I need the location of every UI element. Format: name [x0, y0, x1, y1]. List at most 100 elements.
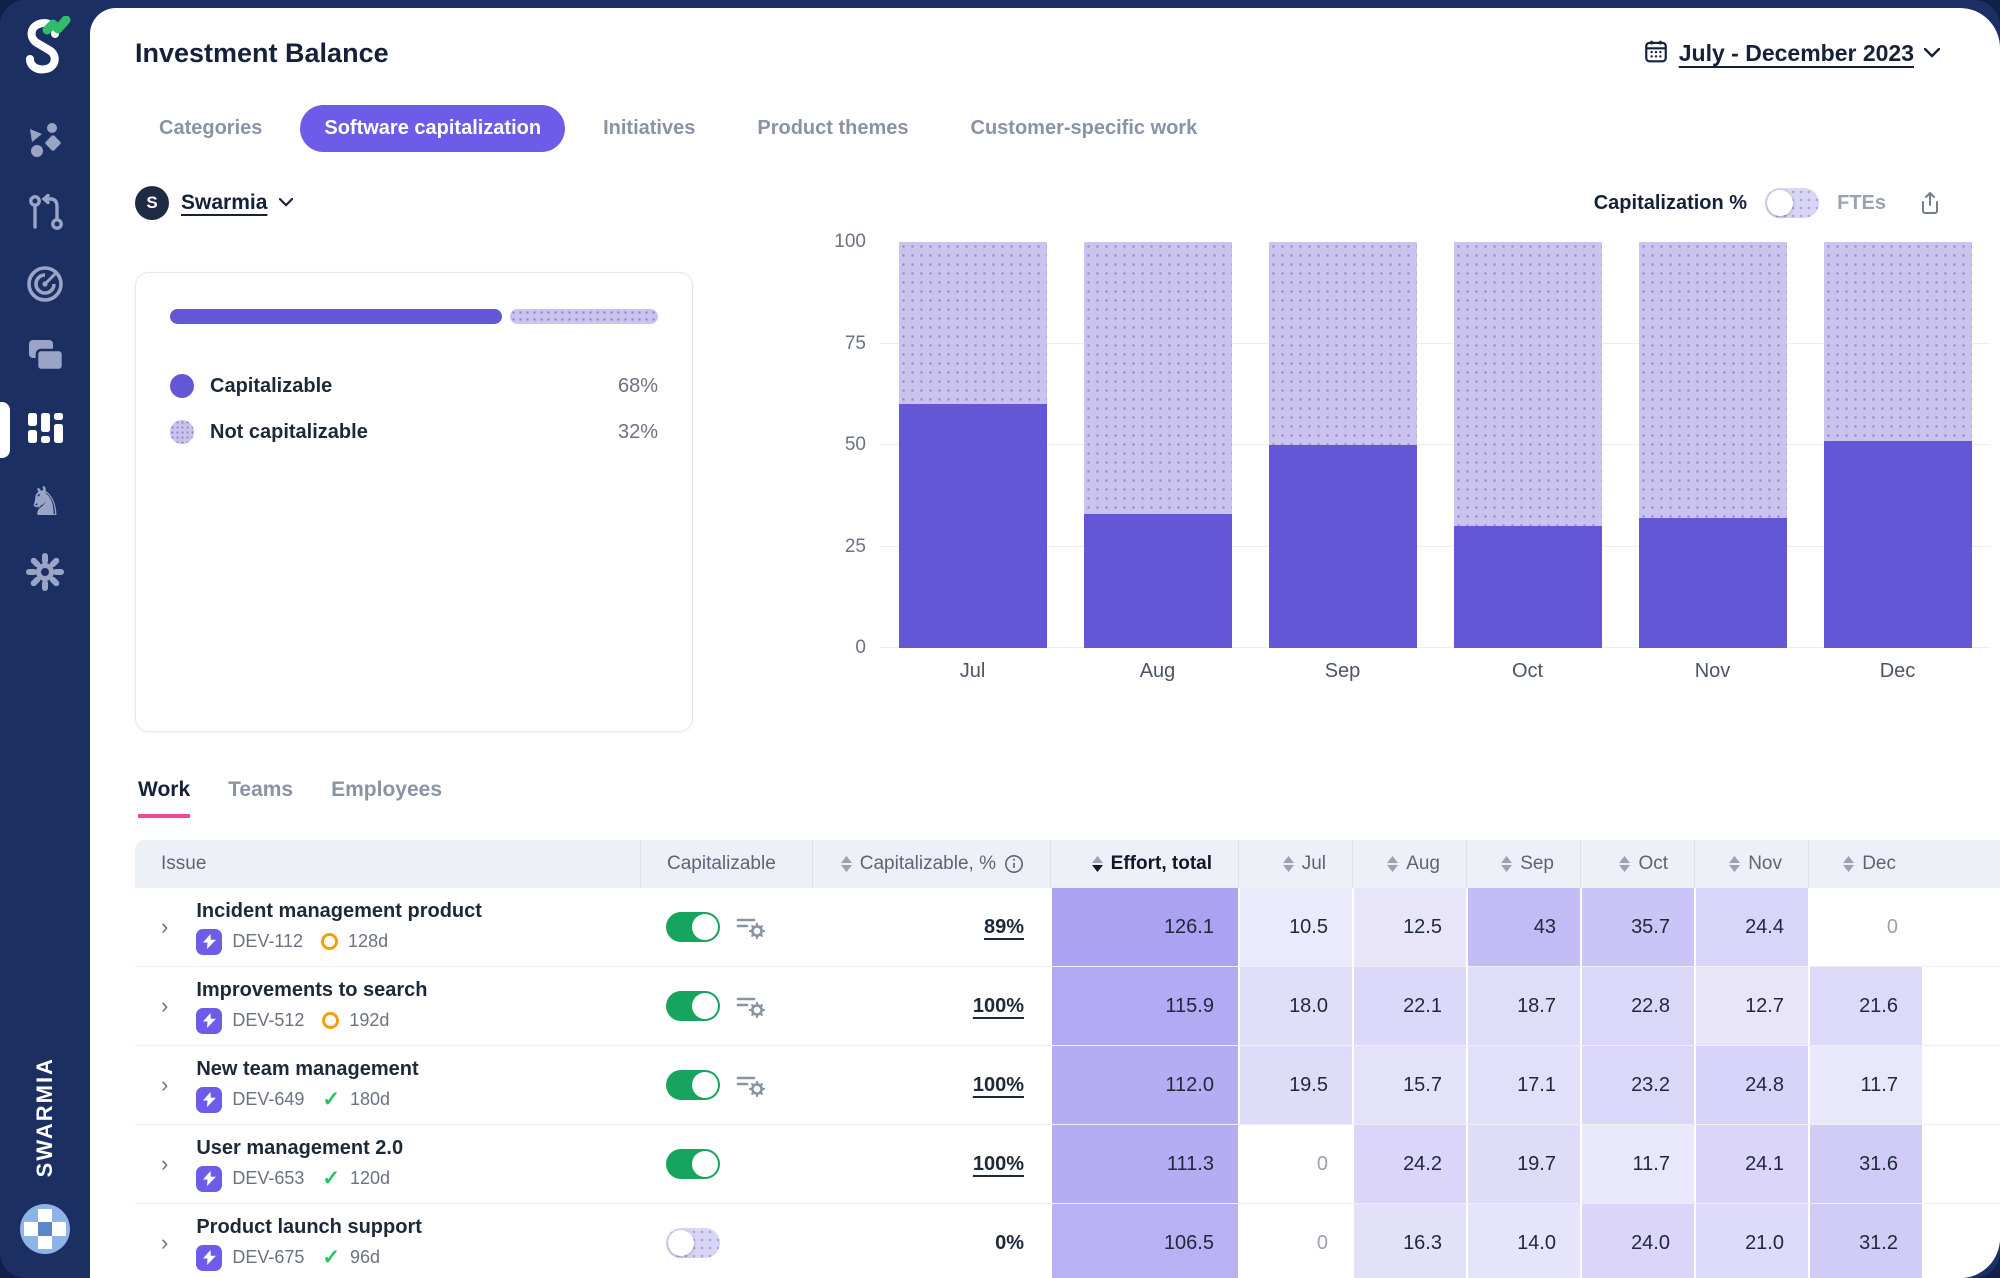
sidebar: ♞ SWARMIA — [0, 0, 90, 1278]
table-row: › User management 2.0 DEV-653 ✓120d 100%… — [135, 1125, 2000, 1204]
capitalizable-cell — [640, 1204, 812, 1278]
subtab-employees[interactable]: Employees — [331, 778, 442, 818]
sidebar-item-pull-request[interactable] — [0, 178, 90, 250]
team-selector[interactable]: S Swarmia — [135, 186, 293, 220]
expand-chevron-icon[interactable]: › — [161, 1151, 168, 1177]
issue-type-icon — [196, 1245, 222, 1271]
capitalizable-pct-cell[interactable]: 100% — [812, 967, 1050, 1045]
month-cell-sep: 14.0 — [1466, 1204, 1580, 1278]
toggle-knob — [668, 1230, 694, 1256]
sidebar-item-target[interactable] — [0, 250, 90, 322]
sort-icon[interactable] — [841, 856, 852, 872]
bar-sep[interactable] — [1269, 242, 1417, 648]
capitalization-settings-icon[interactable] — [736, 914, 766, 940]
issue-title[interactable]: New team management — [196, 1058, 418, 1081]
subtab-work[interactable]: Work — [138, 778, 190, 818]
legend-swatch-icon — [170, 420, 194, 444]
issue-title[interactable]: Improvements to search — [196, 979, 427, 1002]
shapes-icon — [26, 121, 64, 164]
sidebar-item-gear[interactable] — [0, 538, 90, 610]
tab-product-themes[interactable]: Product themes — [733, 105, 932, 152]
issue-type-icon — [196, 1166, 222, 1192]
sort-icon[interactable] — [1729, 856, 1740, 872]
toggle-knob — [1767, 190, 1793, 216]
capitalizable-pct-cell[interactable]: 100% — [812, 1125, 1050, 1203]
sidebar-item-cards[interactable] — [0, 322, 90, 394]
expand-chevron-icon[interactable]: › — [161, 1072, 168, 1098]
workspace-logo-icon[interactable] — [19, 1203, 71, 1260]
bar-jul[interactable] — [899, 242, 1047, 648]
expand-chevron-icon[interactable]: › — [161, 1230, 168, 1256]
issue-title[interactable]: Incident management product — [196, 900, 482, 923]
app-window: ♞ SWARMIA Investment Balance — [0, 0, 2000, 1278]
pull-request-icon — [27, 193, 63, 236]
month-cell-nov: 24.8 — [1694, 1046, 1808, 1124]
column-header-nov[interactable]: Nov — [1694, 840, 1808, 888]
issue-title[interactable]: User management 2.0 — [196, 1137, 403, 1160]
bar-aug[interactable] — [1084, 242, 1232, 648]
x-axis-label: Dec — [1880, 660, 1916, 683]
month-cell-nov: 21.0 — [1694, 1204, 1808, 1278]
work-table: IssueCapitalizable Capitalizable, % Effo… — [135, 840, 2000, 1278]
bar-oct[interactable] — [1454, 242, 1602, 648]
swarmia-logo-icon[interactable] — [17, 16, 73, 78]
capitalizable-toggle[interactable] — [666, 912, 720, 942]
tab-categories[interactable]: Categories — [135, 105, 286, 152]
sidebar-item-knight[interactable]: ♞ — [0, 466, 90, 538]
capitalizable-toggle[interactable] — [666, 1228, 720, 1258]
effort-total-cell: 115.9 — [1050, 967, 1238, 1045]
sort-icon[interactable] — [1501, 856, 1512, 872]
bar-dec[interactable] — [1824, 242, 1972, 648]
capitalizable-toggle[interactable] — [666, 1149, 720, 1179]
expand-chevron-icon[interactable]: › — [161, 993, 168, 1019]
capitalizable-pct-cell[interactable]: 0% — [812, 1204, 1050, 1278]
capitalizable-bar-segment — [170, 309, 502, 324]
capitalizable-pct-cell[interactable]: 89% — [812, 888, 1050, 966]
capitalizable-toggle[interactable] — [666, 991, 720, 1021]
sort-icon[interactable] — [1619, 856, 1630, 872]
column-header-sep[interactable]: Sep — [1466, 840, 1580, 888]
effort-total-cell: 111.3 — [1050, 1125, 1238, 1203]
column-header-dec[interactable]: Dec — [1808, 840, 1922, 888]
issue-title[interactable]: Product launch support — [196, 1216, 422, 1239]
column-header-aug[interactable]: Aug — [1352, 840, 1466, 888]
column-header-jul[interactable]: Jul — [1238, 840, 1352, 888]
issue-key: DEV-649 — [232, 1089, 304, 1110]
subtab-teams[interactable]: Teams — [228, 778, 293, 818]
share-icon[interactable] — [1918, 190, 1942, 216]
fte-toggle[interactable] — [1765, 188, 1819, 218]
column-header-oct[interactable]: Oct — [1580, 840, 1694, 888]
tab-software-capitalization[interactable]: Software capitalization — [300, 105, 565, 152]
target-icon — [25, 264, 65, 309]
expand-chevron-icon[interactable]: › — [161, 914, 168, 940]
date-range-label: July - December 2023 — [1679, 40, 1914, 67]
not-capitalizable-segment — [1084, 242, 1232, 514]
column-header-effort-total[interactable]: Effort, total — [1050, 840, 1238, 888]
legend-swatch-icon — [170, 374, 194, 398]
info-icon[interactable] — [1004, 854, 1024, 874]
sidebar-bottom: SWARMIA — [0, 1057, 90, 1260]
sort-icon[interactable] — [1283, 856, 1294, 872]
month-cell-aug: 12.5 — [1352, 888, 1466, 966]
month-cell-aug: 22.1 — [1352, 967, 1466, 1045]
capitalizable-pct-cell[interactable]: 100% — [812, 1046, 1050, 1124]
capitalization-settings-icon[interactable] — [736, 1072, 766, 1098]
issue-type-icon — [196, 1087, 222, 1113]
issue-type-icon — [196, 929, 222, 955]
month-cell-dec: 0 — [1808, 888, 1922, 966]
column-header-capitalizable[interactable]: Capitalizable, % — [812, 840, 1050, 888]
sidebar-item-shapes[interactable] — [0, 106, 90, 178]
capitalization-settings-icon[interactable] — [736, 993, 766, 1019]
sidebar-item-dashboard[interactable] — [0, 394, 90, 466]
sort-icon[interactable] — [1387, 856, 1398, 872]
bar-nov[interactable] — [1639, 242, 1787, 648]
sort-icon[interactable] — [1092, 856, 1103, 872]
capitalizable-segment — [1824, 441, 1972, 648]
tab-initiatives[interactable]: Initiatives — [579, 105, 719, 152]
capitalizable-toggle[interactable] — [666, 1070, 720, 1100]
month-cell-dec: 31.6 — [1808, 1125, 1922, 1203]
not-capitalizable-segment — [899, 242, 1047, 404]
tab-customer-specific-work[interactable]: Customer-specific work — [947, 105, 1222, 152]
sort-icon[interactable] — [1843, 856, 1854, 872]
date-range-picker[interactable]: July - December 2023 — [1643, 38, 1940, 69]
